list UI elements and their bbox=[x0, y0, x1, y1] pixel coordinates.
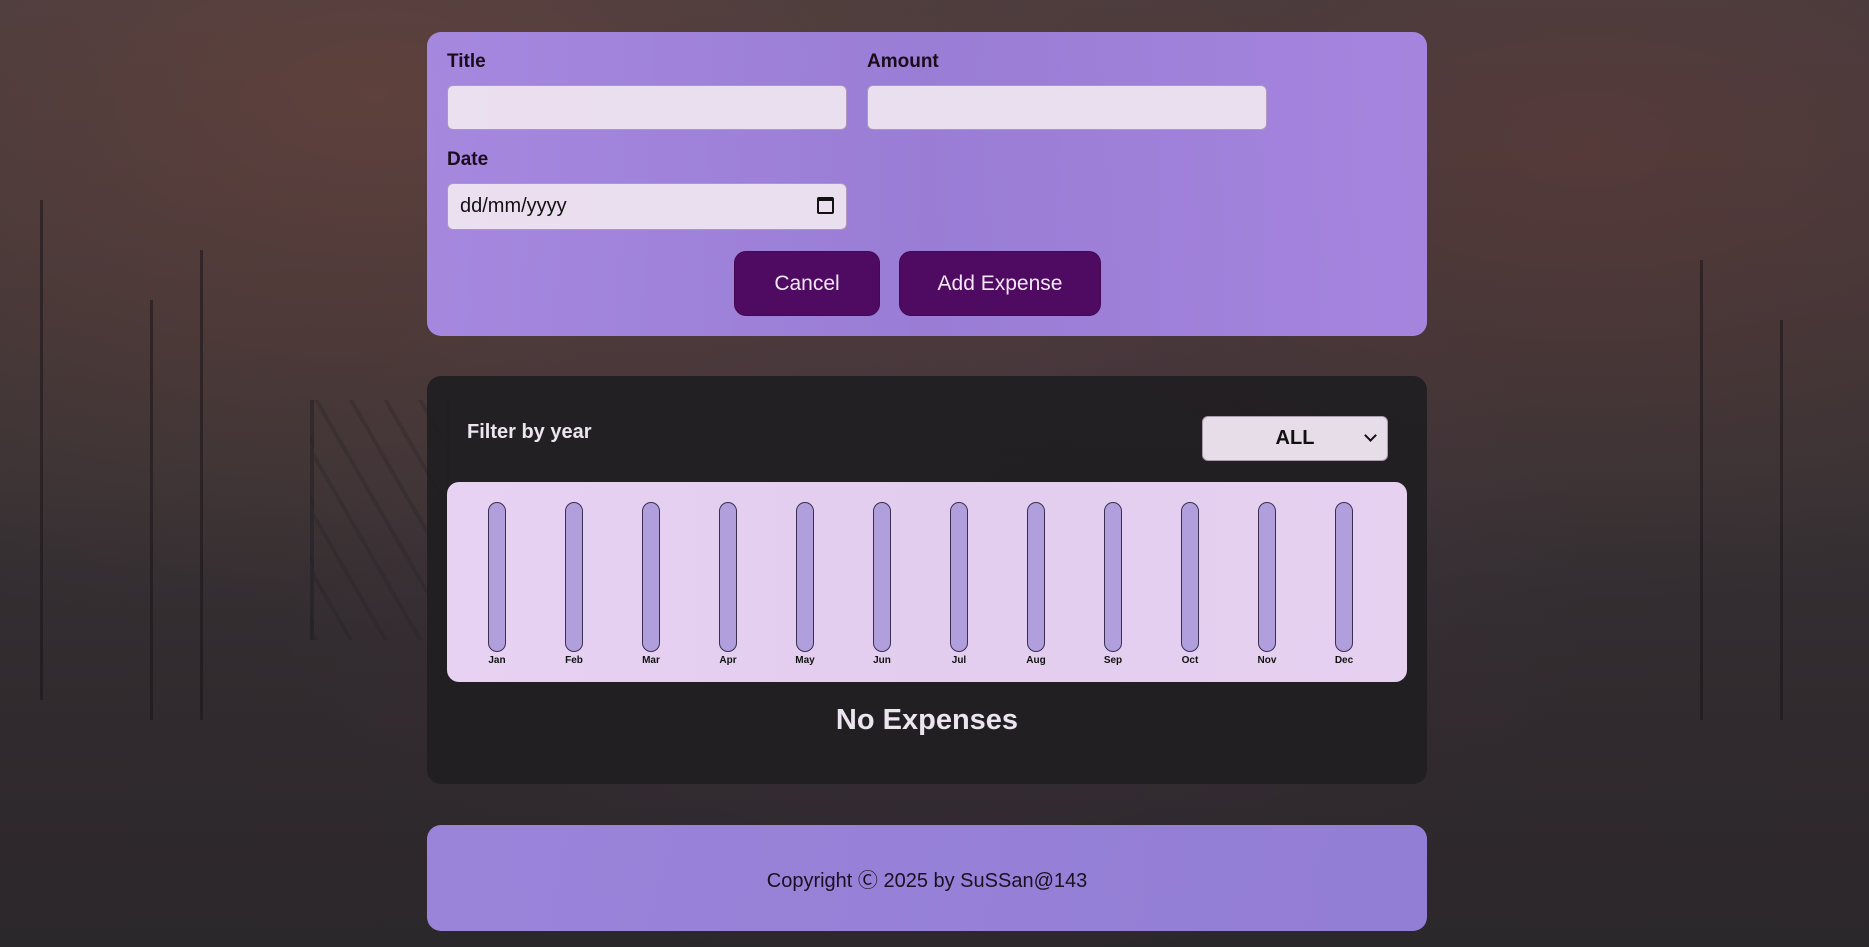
chart-bar-track bbox=[642, 502, 660, 652]
chart-bar-dec: Dec bbox=[1324, 502, 1364, 674]
new-expense-form: Title Amount Date dd/mm/yyyy Cancel Add … bbox=[427, 32, 1427, 336]
chart-bar-mar: Mar bbox=[631, 502, 671, 674]
filter-label: Filter by year bbox=[467, 421, 592, 443]
title-input[interactable] bbox=[447, 85, 847, 130]
chart-bar-track bbox=[950, 502, 968, 652]
no-expenses-message: No Expenses bbox=[835, 704, 1019, 736]
chart-bar-track bbox=[1104, 502, 1122, 652]
chart-bar-apr: Apr bbox=[708, 502, 748, 674]
background-tree bbox=[40, 200, 43, 700]
chart-bar-track bbox=[1335, 502, 1353, 652]
chart-bar-jan: Jan bbox=[477, 502, 517, 674]
chart-bar-label: Aug bbox=[1026, 655, 1046, 666]
chevron-down-icon bbox=[1364, 429, 1377, 442]
chart-bar-nov: Nov bbox=[1247, 502, 1287, 674]
chart-bar-label: Jun bbox=[873, 655, 891, 666]
add-expense-button[interactable]: Add Expense bbox=[899, 251, 1101, 316]
chart-bar-label: May bbox=[795, 655, 815, 666]
chart-bar-track bbox=[1181, 502, 1199, 652]
expenses-panel: Filter by year ALL Jan Feb Mar Apr May Jun Jul… bbox=[427, 376, 1427, 784]
chart-bar-feb: Feb bbox=[554, 502, 594, 674]
chart-bar-track bbox=[1258, 502, 1276, 652]
year-filter-select[interactable]: ALL bbox=[1202, 416, 1388, 461]
background-tree bbox=[200, 250, 203, 720]
chart-bar-label: Jan bbox=[488, 655, 506, 666]
chart-bar-may: May bbox=[785, 502, 825, 674]
amount-input[interactable] bbox=[867, 85, 1267, 130]
chart-bar-jul: Jul bbox=[939, 502, 979, 674]
chart-bar-label: Sep bbox=[1103, 655, 1123, 666]
chart-bar-track bbox=[873, 502, 891, 652]
expenses-chart: Jan Feb Mar Apr May Jun Jul Aug Sep Oct Nov Dec bbox=[447, 482, 1407, 682]
chart-bar-label: Mar bbox=[642, 655, 660, 666]
chart-bar-track bbox=[488, 502, 506, 652]
chart-bar-aug: Aug bbox=[1016, 502, 1056, 674]
chart-bar-label: Feb bbox=[565, 655, 583, 666]
chart-bar-label: Jul bbox=[951, 655, 967, 666]
chart-bar-track bbox=[565, 502, 583, 652]
date-label: Date bbox=[447, 149, 489, 170]
title-label: Title bbox=[447, 51, 486, 72]
background-tree bbox=[1700, 260, 1703, 720]
date-placeholder: dd/mm/yyyy bbox=[460, 195, 567, 217]
calendar-icon[interactable] bbox=[817, 197, 834, 214]
chart-bar-label: Oct bbox=[1181, 655, 1199, 666]
cancel-button[interactable]: Cancel bbox=[734, 251, 880, 316]
chart-bar-oct: Oct bbox=[1170, 502, 1210, 674]
chart-bar-label: Dec bbox=[1334, 655, 1354, 666]
chart-bar-sep: Sep bbox=[1093, 502, 1133, 674]
copyright-text: Copyright Ⓒ 2025 by SuSSan@143 bbox=[766, 869, 1088, 892]
date-input[interactable]: dd/mm/yyyy bbox=[447, 183, 847, 230]
year-filter-value: ALL bbox=[1275, 427, 1315, 449]
amount-label: Amount bbox=[867, 51, 939, 72]
chart-bar-label: Apr bbox=[719, 655, 737, 666]
chart-bar-track bbox=[1027, 502, 1045, 652]
background-tree bbox=[150, 300, 153, 720]
chart-bar-label: Nov bbox=[1257, 655, 1277, 666]
chart-bar-track bbox=[796, 502, 814, 652]
chart-bar-track bbox=[719, 502, 737, 652]
footer: Copyright Ⓒ 2025 by SuSSan@143 bbox=[427, 825, 1427, 931]
background-tree bbox=[1780, 320, 1783, 720]
chart-bar-jun: Jun bbox=[862, 502, 902, 674]
